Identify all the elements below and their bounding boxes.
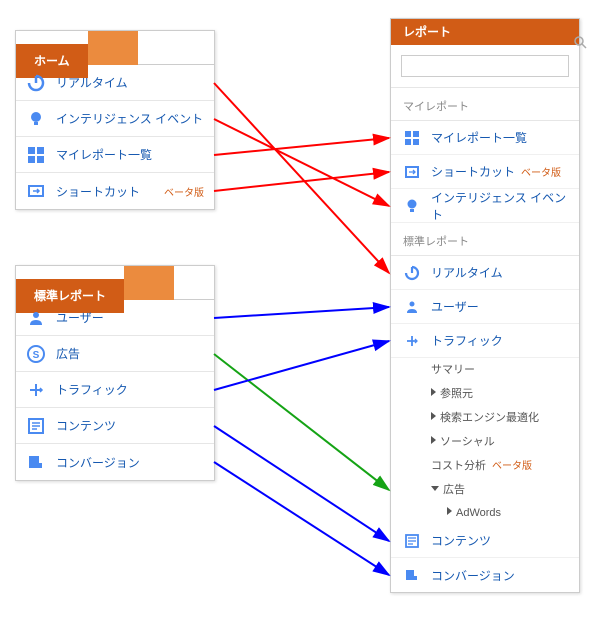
report-header: レポート — [391, 19, 579, 45]
content-icon — [26, 416, 46, 436]
nav-ads[interactable]: S 広告 — [16, 336, 214, 372]
r-my-reports[interactable]: マイレポート一覧 — [391, 121, 579, 155]
search-wrap — [391, 45, 579, 88]
nav-label: トラフィック — [56, 381, 204, 398]
traffic-icon — [403, 332, 421, 350]
realtime-icon — [403, 264, 421, 282]
conversion-icon — [403, 566, 421, 584]
standard-panel-header: 標準レポート — [16, 266, 214, 300]
r-label: インテリジェンス イベント — [431, 189, 567, 223]
nav-label: リアルタイム — [56, 74, 204, 91]
chevron-right-icon — [431, 436, 436, 444]
nav-conversion[interactable]: コンバージョン — [16, 444, 214, 480]
nav-traffic[interactable]: トラフィック — [16, 372, 214, 408]
r-realtime[interactable]: リアルタイム — [391, 256, 579, 290]
nav-label: コンテンツ — [56, 417, 204, 434]
r-label: コンバージョン — [431, 567, 515, 584]
nav-content[interactable]: コンテンツ — [16, 408, 214, 444]
r-label: トラフィック — [431, 332, 503, 349]
nav-label: ユーザー — [56, 309, 204, 326]
traffic-icon — [26, 380, 46, 400]
shortcut-icon — [403, 163, 421, 181]
shortcut-icon — [26, 181, 46, 201]
standard-panel: 標準レポート ユーザー S 広告 トラフィック コンテンツ コンバージョン — [15, 265, 215, 481]
nav-label: ショートカット — [56, 183, 158, 200]
report-panel: レポート マイレポート マイレポート一覧 ショートカット ベータ版 インテリジェ… — [390, 18, 580, 593]
r-conversion[interactable]: コンバージョン — [391, 558, 579, 592]
user-icon — [26, 308, 46, 328]
realtime-icon — [26, 73, 46, 93]
chevron-down-icon — [431, 486, 439, 491]
search-input[interactable] — [401, 55, 569, 77]
nav-label: コンバージョン — [56, 454, 204, 471]
chevron-right-icon — [431, 412, 436, 420]
sub-ads[interactable]: 広告 — [391, 478, 579, 502]
section-standard-reports: 標準レポート — [391, 223, 579, 256]
home-panel-header: ホーム — [16, 31, 214, 65]
svg-text:S: S — [33, 350, 40, 361]
sub-social[interactable]: ソーシャル — [391, 430, 579, 454]
ads-icon: S — [26, 344, 46, 364]
chevron-right-icon — [447, 507, 452, 515]
r-label: コンテンツ — [431, 532, 491, 549]
nav-shortcut[interactable]: ショートカット ベータ版 — [16, 173, 214, 209]
home-tab-alt[interactable] — [88, 31, 138, 65]
sub-summary[interactable]: サマリー — [391, 358, 579, 382]
conversion-icon — [26, 452, 46, 472]
nav-label: マイレポート一覧 — [56, 146, 204, 163]
nav-intelligence[interactable]: インテリジェンス イベント — [16, 101, 214, 137]
chevron-right-icon — [431, 388, 436, 396]
r-label: ユーザー — [431, 298, 479, 315]
bulb-icon — [26, 109, 46, 129]
r-label: ショートカット — [431, 163, 515, 180]
nav-my-reports[interactable]: マイレポート一覧 — [16, 137, 214, 173]
sub-cost[interactable]: コスト分析ベータ版 — [391, 454, 579, 478]
standard-tab-alt[interactable] — [124, 266, 174, 300]
beta-badge: ベータ版 — [521, 164, 561, 179]
user-icon — [403, 298, 421, 316]
r-shortcut[interactable]: ショートカット ベータ版 — [391, 155, 579, 189]
nav-label: 広告 — [56, 345, 204, 362]
bulb-icon — [403, 197, 421, 215]
r-intelligence[interactable]: インテリジェンス イベント — [391, 189, 579, 223]
beta-badge: ベータ版 — [164, 184, 204, 199]
r-content[interactable]: コンテンツ — [391, 524, 579, 558]
content-icon — [403, 532, 421, 550]
home-panel: ホーム リアルタイム インテリジェンス イベント マイレポート一覧 ショートカッ… — [15, 30, 215, 210]
dashboard-icon — [26, 145, 46, 165]
section-my-reports: マイレポート — [391, 88, 579, 121]
r-label: マイレポート一覧 — [431, 129, 527, 146]
sub-seo[interactable]: 検索エンジン最適化 — [391, 406, 579, 430]
r-user[interactable]: ユーザー — [391, 290, 579, 324]
dashboard-icon — [403, 129, 421, 147]
sub-adwords[interactable]: AdWords — [391, 502, 579, 524]
r-traffic[interactable]: トラフィック — [391, 324, 579, 358]
beta-badge: ベータ版 — [492, 461, 532, 472]
r-label: リアルタイム — [431, 264, 503, 281]
sub-referral[interactable]: 参照元 — [391, 382, 579, 406]
nav-label: インテリジェンス イベント — [56, 110, 204, 127]
